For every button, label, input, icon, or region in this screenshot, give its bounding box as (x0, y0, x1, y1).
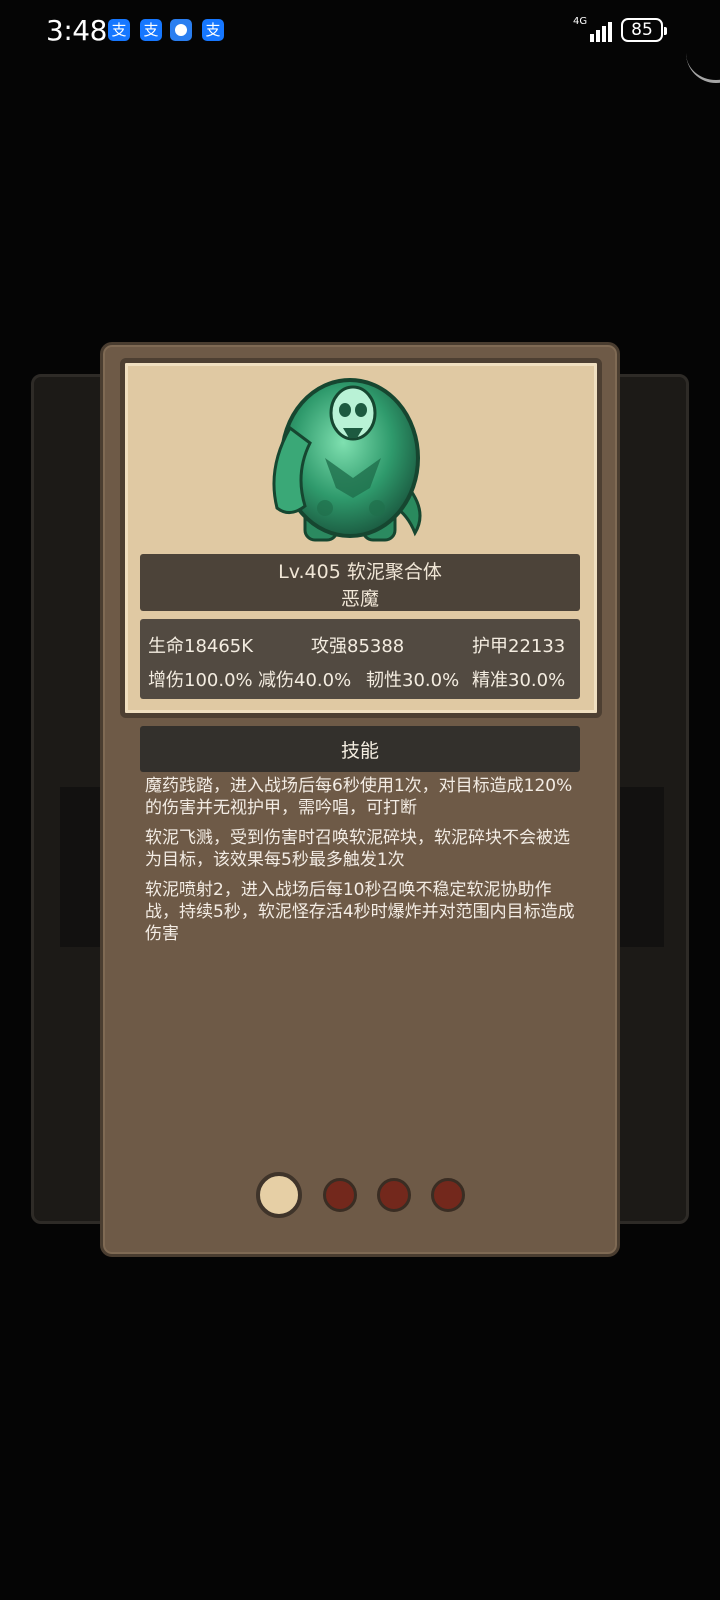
stat-toughness: 韧性30.0% (366, 670, 460, 691)
monster-name: Lv.405 软泥聚合体 (278, 561, 442, 583)
globe-icon (170, 19, 192, 41)
skill-description: 软泥飞溅，受到伤害时召唤软泥碎块，软泥碎块不会被选为目标，该效果每5秒最多触发1… (145, 828, 570, 870)
page-dot-4[interactable] (431, 1178, 465, 1212)
battery-indicator: 85 (621, 18, 667, 42)
stat-damage-increase: 增伤100.0% (148, 670, 253, 691)
stat-attack: 攻强85388 (311, 636, 405, 657)
alipay-icon: 支 (140, 19, 162, 41)
network-type: 4G (573, 16, 588, 27)
skill-description: 软泥喷射2，进入战场后每10秒召唤不稳定软泥协助作战，持续5秒，软泥怪存活4秒时… (145, 880, 575, 944)
page-dot-2[interactable] (323, 1178, 357, 1212)
skill-description: 魔药践踏，进入战场后每6秒使用1次，对目标造成120%的伤害并无视护甲，需吟唱，… (145, 776, 573, 818)
page-dot-3[interactable] (377, 1178, 411, 1212)
decorative-arc (686, 40, 720, 83)
slime-monster-image (272, 378, 422, 542)
signal-icon (590, 20, 616, 42)
alipay-icon: 支 (202, 19, 224, 41)
stat-damage-reduction: 减伤40.0% (258, 670, 352, 691)
monster-type: 恶魔 (340, 588, 379, 610)
page-dot-1[interactable] (256, 1172, 302, 1218)
stat-armor: 护甲22133 (472, 636, 566, 657)
status-time: 3:48 (46, 14, 107, 47)
stat-hp: 生命18465K (148, 636, 254, 657)
stat-accuracy: 精准30.0% (472, 670, 566, 691)
skills-header: 技能 (340, 740, 379, 762)
status-bar: 3:48 支 支 支 4G 85 (0, 0, 720, 83)
alipay-icon: 支 (108, 19, 130, 41)
